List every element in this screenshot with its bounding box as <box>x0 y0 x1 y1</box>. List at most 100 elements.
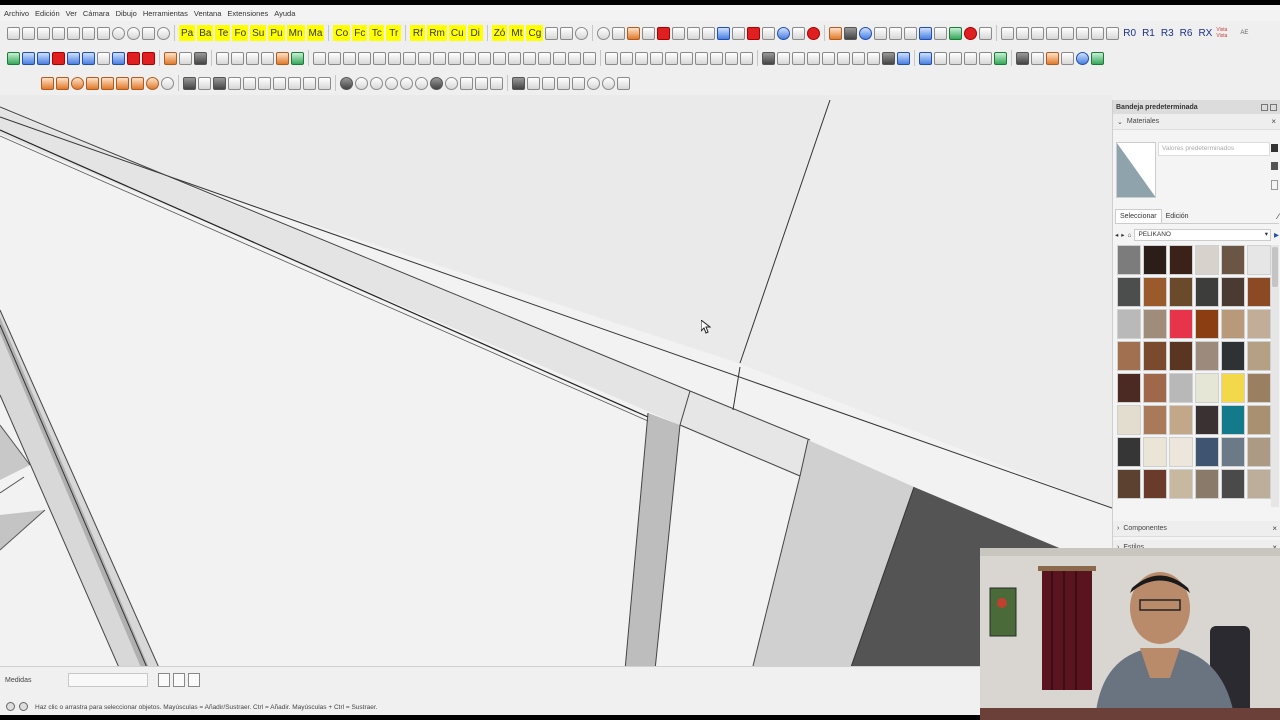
new-file-icon[interactable] <box>7 24 20 42</box>
geo-location-icon[interactable] <box>158 673 170 687</box>
plugin-button-zo[interactable]: Zó <box>491 25 508 41</box>
camera-tool-2-icon[interactable] <box>355 74 368 92</box>
material-swatch[interactable] <box>1247 469 1271 499</box>
material-swatch[interactable] <box>1169 373 1193 403</box>
material-swatch[interactable] <box>1247 341 1271 371</box>
material-swatch[interactable] <box>1221 277 1245 307</box>
material-swatch[interactable] <box>1247 309 1271 339</box>
profile-tool-5-icon[interactable] <box>373 49 386 67</box>
erase-icon[interactable] <box>97 24 110 42</box>
material-swatch[interactable] <box>1169 405 1193 435</box>
profile-tool-9-icon[interactable] <box>433 49 446 67</box>
report-icon[interactable] <box>702 24 716 42</box>
paste-icon[interactable] <box>82 24 95 42</box>
profile-tool-16-icon[interactable] <box>538 49 551 67</box>
hardware-tool-2-icon[interactable] <box>620 49 633 67</box>
material-swatch[interactable] <box>1143 277 1167 307</box>
profile-tool-15-icon[interactable] <box>523 49 536 67</box>
profile-tool-10-icon[interactable] <box>448 49 461 67</box>
cabinet-tool-6-icon[interactable] <box>994 49 1007 67</box>
plugin-button-cu[interactable]: Cu <box>448 25 466 41</box>
plugin-button-di[interactable]: Di <box>467 25 483 41</box>
material-swatch[interactable] <box>1117 245 1141 275</box>
panel-close-icon[interactable]: × <box>1272 524 1277 533</box>
material-swatch[interactable] <box>1221 245 1245 275</box>
cabinet-tool-5-icon[interactable] <box>979 49 992 67</box>
move-tool-icon[interactable] <box>52 49 65 67</box>
plugin-button-mn[interactable]: Mn <box>286 25 305 41</box>
material-swatch[interactable] <box>1117 277 1141 307</box>
frame-7-icon[interactable] <box>1091 24 1105 42</box>
extension-icon[interactable] <box>859 24 873 42</box>
utility-tool-3-icon[interactable] <box>1046 49 1059 67</box>
frame-2-icon[interactable] <box>1016 24 1030 42</box>
view-tool-7-icon[interactable] <box>602 74 615 92</box>
credits-icon[interactable] <box>173 673 185 687</box>
home-icon[interactable]: ⌂ <box>1128 232 1132 239</box>
lock-icon[interactable] <box>1271 144 1278 152</box>
export-icon[interactable] <box>889 24 903 42</box>
draw-tool-9-icon[interactable] <box>161 74 174 92</box>
material-swatch[interactable] <box>1143 245 1167 275</box>
pencil-icon[interactable] <box>874 24 888 42</box>
material-swatch[interactable] <box>1169 277 1193 307</box>
measurements-input[interactable] <box>68 673 148 687</box>
dimension-tool-6-icon[interactable] <box>852 49 865 67</box>
material-swatch[interactable] <box>1117 469 1141 499</box>
panel-close-icon[interactable]: × <box>1271 117 1276 126</box>
frame-6-icon[interactable] <box>1076 24 1090 42</box>
shape-tool-4-icon[interactable] <box>228 74 241 92</box>
camera-tool-7-icon[interactable] <box>430 74 443 92</box>
axis-tool-icon[interactable] <box>22 49 35 67</box>
hardware-tool-5-icon[interactable] <box>665 49 678 67</box>
plugin-button-tc[interactable]: Tc <box>369 25 385 41</box>
camera-tool-4-icon[interactable] <box>385 74 398 92</box>
material-swatch[interactable] <box>1195 309 1219 339</box>
ae-button[interactable]: AE <box>1240 24 1248 42</box>
wood-icon[interactable] <box>829 24 843 42</box>
profile-tool-4-icon[interactable] <box>358 49 371 67</box>
shape-tool-7-icon[interactable] <box>273 74 286 92</box>
hardware-tool-1-icon[interactable] <box>605 49 618 67</box>
sample-paint-icon[interactable] <box>1271 162 1278 170</box>
vista-button[interactable]: Vista Vista <box>1216 24 1238 42</box>
hardware-tool-3-icon[interactable] <box>635 49 648 67</box>
material-swatch[interactable] <box>1143 469 1167 499</box>
material-swatch[interactable] <box>1195 437 1219 467</box>
follow-me-icon[interactable] <box>127 49 140 67</box>
panel-tool-6-icon[interactable] <box>291 49 304 67</box>
close-icon[interactable] <box>1270 103 1277 111</box>
back-arrow-icon[interactable]: ◂ <box>1115 231 1118 239</box>
cube-blue-icon[interactable] <box>897 49 910 67</box>
material-swatch[interactable] <box>1221 405 1245 435</box>
dimension-tool-1-icon[interactable] <box>777 49 790 67</box>
material-swatch[interactable] <box>1143 437 1167 467</box>
panel-tool-2-icon[interactable] <box>231 49 244 67</box>
text-tool-icon[interactable] <box>545 24 559 42</box>
material-swatch[interactable] <box>1221 341 1245 371</box>
draw-tool-2-icon[interactable] <box>56 74 69 92</box>
shape-tool-8-icon[interactable] <box>288 74 301 92</box>
draw-tool-8-icon[interactable] <box>146 74 159 92</box>
hardware-tool-10-icon[interactable] <box>740 49 753 67</box>
draw-tool-7-icon[interactable] <box>131 74 144 92</box>
frame-5-icon[interactable] <box>1061 24 1075 42</box>
utility-tool-6-icon[interactable] <box>1091 49 1104 67</box>
redo-icon[interactable] <box>127 24 140 42</box>
material-swatch[interactable] <box>1247 437 1271 467</box>
view-tool-4-icon[interactable] <box>557 74 570 92</box>
protractor-icon[interactable] <box>575 24 589 42</box>
camera-tool-9-icon[interactable] <box>460 74 473 92</box>
solid-tool-2-icon[interactable] <box>179 49 192 67</box>
help-icon[interactable] <box>19 702 28 711</box>
red-box-icon[interactable] <box>657 24 671 42</box>
camera-tool-10-icon[interactable] <box>475 74 488 92</box>
hardware-tool-9-icon[interactable] <box>725 49 738 67</box>
eraser-icon[interactable] <box>762 24 776 42</box>
color-ball-icon[interactable] <box>964 24 978 42</box>
draw-tool-1-icon[interactable] <box>41 74 54 92</box>
camera-tool-5-icon[interactable] <box>400 74 413 92</box>
dimension-tool-2-icon[interactable] <box>792 49 805 67</box>
profile-tool-18-icon[interactable] <box>568 49 581 67</box>
library-select[interactable]: PELIKANO ▾ <box>1134 229 1271 241</box>
